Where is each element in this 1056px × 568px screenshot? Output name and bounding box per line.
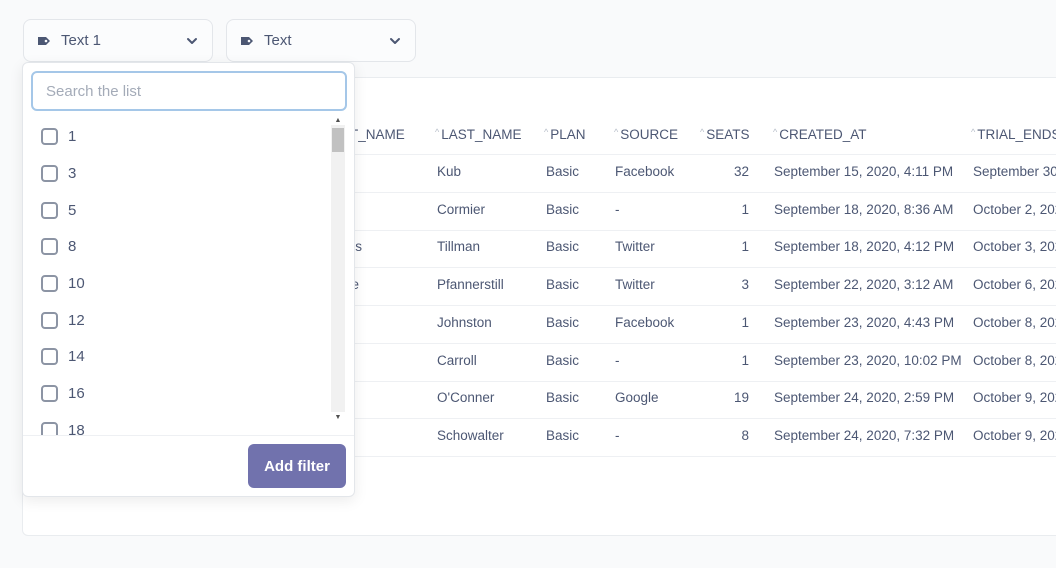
cell-last-name: Kub	[437, 164, 462, 179]
option-item[interactable]: 8	[41, 235, 76, 257]
cell-created-at: September 18, 2020, 8:36 AM	[774, 202, 954, 217]
option-item[interactable]: 18	[41, 419, 85, 435]
sort-caret-icon: ^	[544, 127, 549, 137]
checkbox[interactable]	[41, 311, 58, 329]
chevron-down-icon	[185, 34, 199, 48]
filter-widget-label: Text 1	[61, 32, 102, 49]
sort-caret-icon: ^	[435, 127, 440, 137]
column-header-plan[interactable]: ^ PLAN	[544, 127, 586, 142]
add-filter-button[interactable]: Add filter	[248, 444, 346, 488]
cell-plan: Basic	[546, 202, 580, 217]
cell-last-name: Johnston	[437, 315, 492, 330]
cell-created-at: September 15, 2020, 4:11 PM	[774, 164, 954, 179]
cell-trial-ends: October 2, 202	[973, 202, 1056, 217]
checkbox[interactable]	[41, 164, 58, 182]
cell-plan: Basic	[546, 315, 580, 330]
option-item[interactable]: 1	[41, 125, 76, 147]
cell-seats: 1	[741, 353, 749, 368]
cell-source: Twitter	[615, 277, 655, 292]
cell-plan: Basic	[546, 277, 580, 292]
sort-caret-icon: ^	[700, 127, 705, 137]
checkbox[interactable]	[41, 274, 58, 292]
scroll-down-arrow-icon[interactable]: ▼	[331, 412, 345, 422]
cell-source: Twitter	[615, 239, 655, 254]
option-item[interactable]: 3	[41, 162, 76, 184]
cell-source: Facebook	[615, 315, 675, 330]
cell-created-at: September 24, 2020, 2:59 PM	[774, 390, 955, 405]
scrollbar[interactable]: ▲ ▼	[331, 115, 345, 422]
column-header-trial-ends[interactable]: ^ TRIAL_ENDS	[971, 127, 1056, 142]
cell-last-name: Schowalter	[437, 428, 504, 443]
column-header-source[interactable]: ^ SOURCE	[614, 127, 678, 142]
column-header-created-at[interactable]: ^ CREATED_AT	[773, 127, 867, 142]
cell-last-name: O'Conner	[437, 390, 495, 405]
column-header-seats[interactable]: ^ SEATS	[700, 127, 750, 142]
option-item[interactable]: 16	[41, 382, 85, 404]
scroll-thumb[interactable]	[332, 128, 344, 152]
sort-caret-icon: ^	[773, 127, 778, 137]
option-item[interactable]: 5	[41, 199, 76, 221]
cell-source: -	[615, 202, 620, 217]
cell-seats: 8	[741, 428, 749, 443]
cell-trial-ends: September 30,	[973, 164, 1056, 179]
cell-trial-ends: October 8, 202	[973, 315, 1056, 330]
option-list: 1 3 5 8 10 12 14 16 18	[23, 115, 333, 435]
cell-seats: 1	[741, 202, 749, 217]
cell-source: -	[615, 428, 620, 443]
cell-seats: 19	[733, 390, 749, 405]
cell-plan: Basic	[546, 239, 580, 254]
cell-seats: 1	[741, 239, 749, 254]
cell-trial-ends: October 3, 202	[973, 239, 1056, 254]
cell-last-name: Carroll	[437, 353, 477, 368]
tag-icon	[240, 36, 254, 46]
checkbox[interactable]	[41, 384, 58, 402]
cell-created-at: September 18, 2020, 4:12 PM	[774, 239, 955, 254]
cell-plan: Basic	[546, 164, 580, 179]
filter-popover: 1 3 5 8 10 12 14 16 18 ▲ ▼ Add filter	[22, 62, 355, 497]
cell-created-at: September 23, 2020, 4:43 PM	[774, 315, 955, 330]
checkbox[interactable]	[41, 237, 58, 255]
scroll-track[interactable]	[331, 125, 345, 412]
checkbox[interactable]	[41, 127, 58, 145]
cell-seats: 3	[741, 277, 749, 292]
cell-plan: Basic	[546, 428, 580, 443]
checkbox[interactable]	[41, 201, 58, 219]
search-input[interactable]	[31, 71, 347, 111]
option-item[interactable]: 12	[41, 309, 85, 331]
cell-source: -	[615, 353, 620, 368]
cell-source: Google	[615, 390, 659, 405]
option-item[interactable]: 14	[41, 345, 85, 367]
cell-plan: Basic	[546, 390, 580, 405]
checkbox[interactable]	[41, 347, 58, 365]
cell-created-at: September 22, 2020, 3:12 AM	[774, 277, 954, 292]
chevron-down-icon	[388, 34, 402, 48]
column-header-last-name[interactable]: ^ LAST_NAME	[435, 127, 522, 142]
cell-last-name: Pfannerstill	[437, 277, 504, 292]
option-item[interactable]: 10	[41, 272, 85, 294]
cell-created-at: September 24, 2020, 7:32 PM	[774, 428, 955, 443]
divider	[23, 435, 354, 436]
filter-widget-text[interactable]: Text	[226, 19, 416, 62]
sort-caret-icon: ^	[971, 127, 976, 137]
cell-plan: Basic	[546, 353, 580, 368]
checkbox[interactable]	[41, 421, 58, 435]
cell-trial-ends: October 9, 202	[973, 390, 1056, 405]
cell-created-at: September 23, 2020, 10:02 PM	[774, 353, 962, 368]
scroll-up-arrow-icon[interactable]: ▲	[331, 115, 345, 125]
cell-seats: 32	[733, 164, 749, 179]
cell-last-name: Cormier	[437, 202, 486, 217]
cell-last-name: Tillman	[437, 239, 481, 254]
cell-seats: 1	[741, 315, 749, 330]
cell-trial-ends: October 9, 202	[973, 428, 1056, 443]
filter-widget-text-1[interactable]: Text 1	[23, 19, 213, 62]
cell-trial-ends: October 8, 202	[973, 353, 1056, 368]
sort-caret-icon: ^	[614, 127, 619, 137]
cell-trial-ends: October 6, 202	[973, 277, 1056, 292]
filter-widget-label: Text	[264, 32, 292, 49]
cell-source: Facebook	[615, 164, 675, 179]
tag-icon	[37, 36, 51, 46]
